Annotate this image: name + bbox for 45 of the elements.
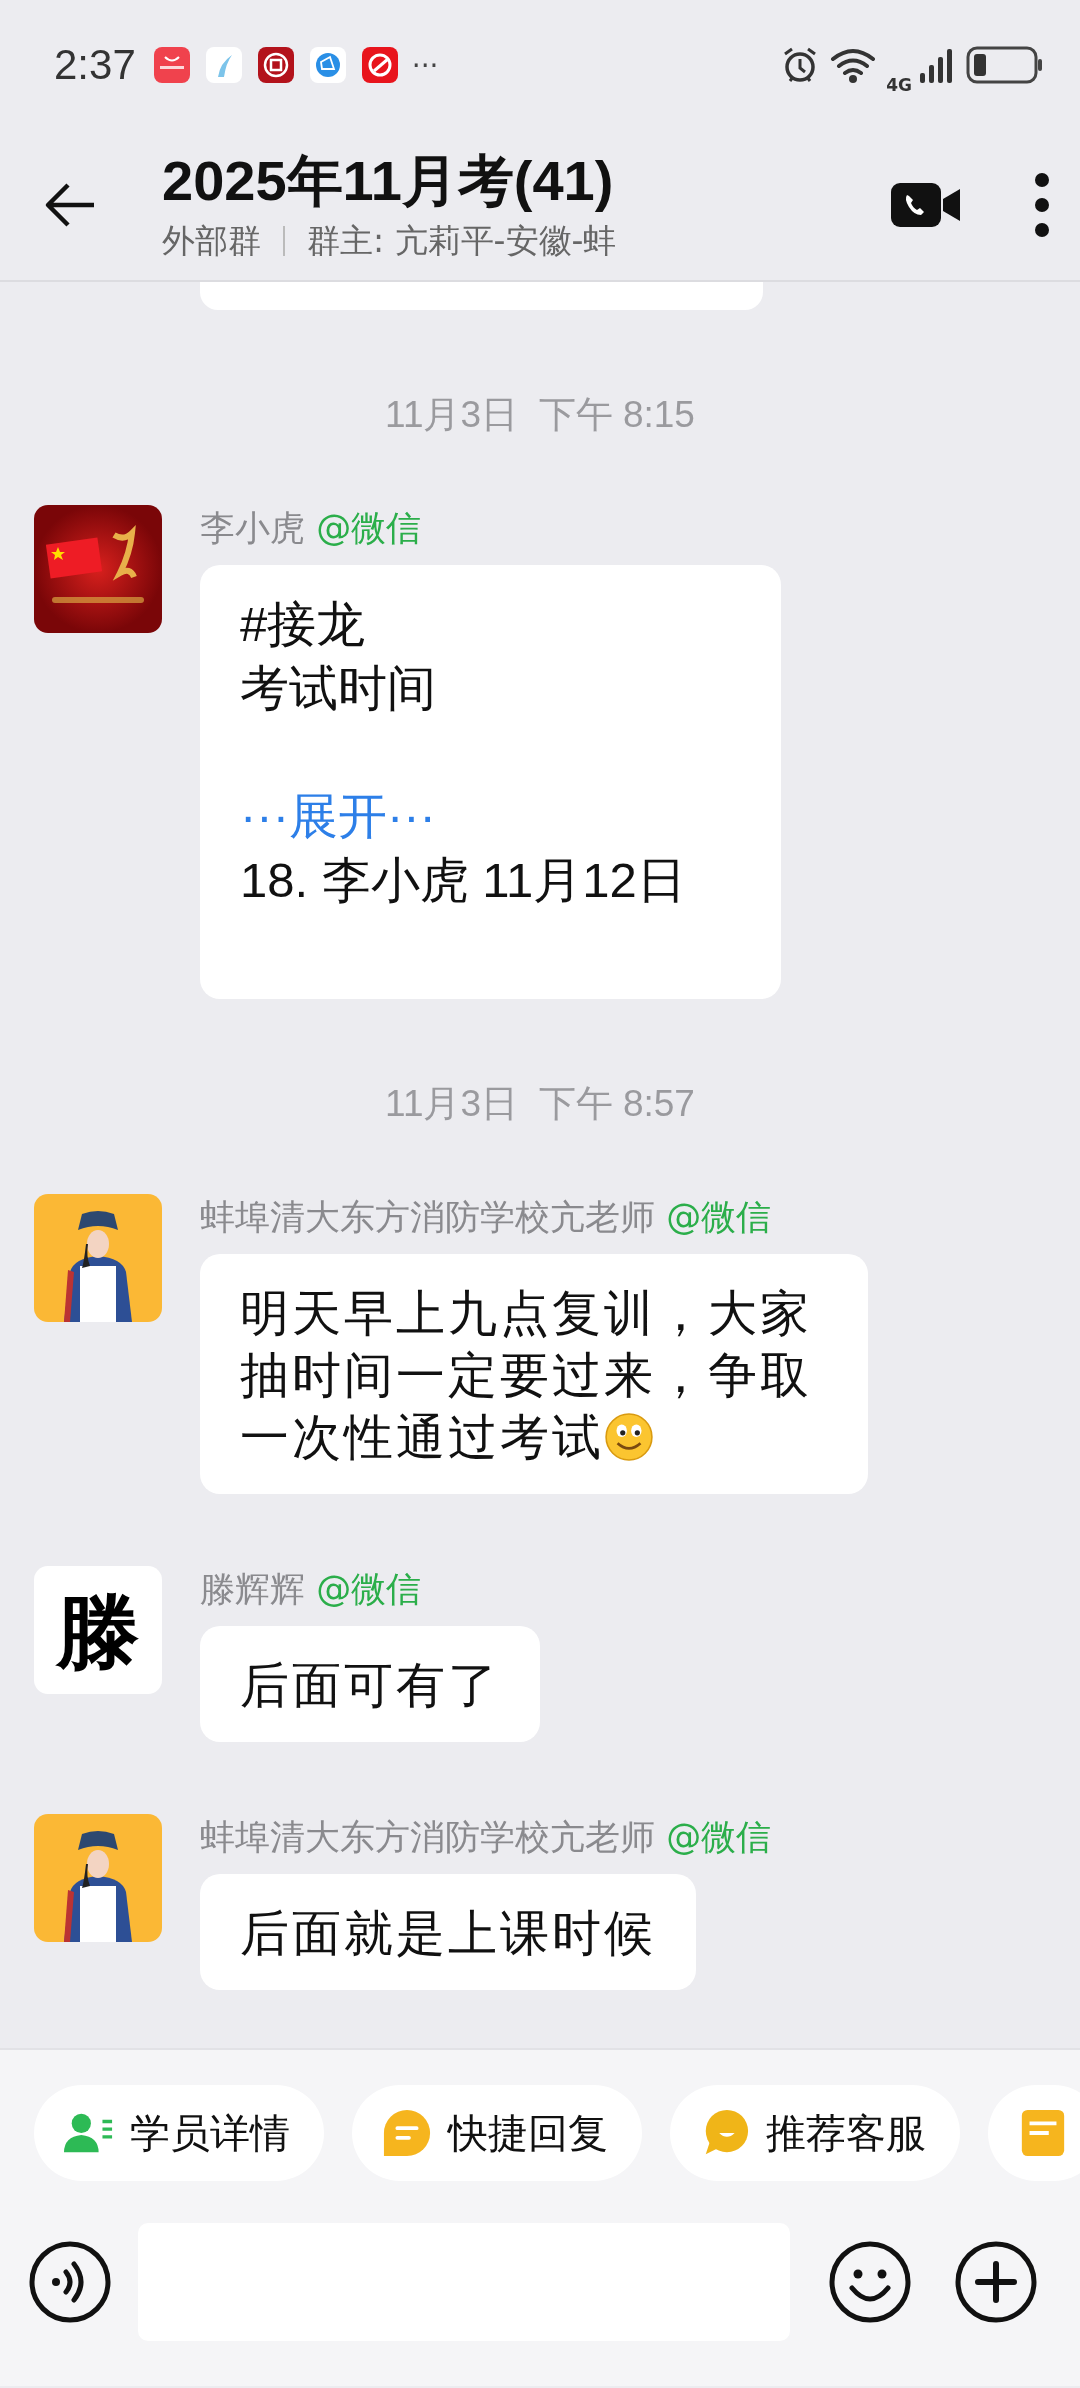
message-text: 后面可有了 xyxy=(240,1658,500,1712)
message-text: #接龙 xyxy=(240,596,367,653)
more-options-button[interactable] xyxy=(1034,172,1050,238)
message-text: 后面就是上课时候 xyxy=(240,1906,656,1960)
expand-link[interactable]: ···展开··· xyxy=(240,789,436,843)
sender-name: 蚌埠清大东方消防学校亢老师 xyxy=(200,1817,655,1857)
feather-icon xyxy=(205,47,242,83)
wifi-icon xyxy=(830,46,877,84)
group-type-label: 外部群 xyxy=(162,220,261,262)
shortcut-chip[interactable]: 推荐客服 xyxy=(670,2085,960,2181)
battery-icon xyxy=(966,45,1044,85)
avatar[interactable] xyxy=(34,1194,162,1322)
shortcut-chip[interactable]: 学员详情 xyxy=(34,2085,324,2181)
source-label: @微信 xyxy=(666,1197,772,1237)
message-text: 明天早上九点复训，大家抽时间一定要过来，争取一次性通过考试 xyxy=(240,1286,812,1464)
shortcut-chip[interactable]: 快捷回复 xyxy=(352,2085,642,2181)
chat-title: 2025年11月考(41) xyxy=(162,148,615,214)
message-bubble[interactable]: 后面可有了 xyxy=(200,1626,540,1742)
message-text: 18. 李小虎 11月12日 xyxy=(240,852,687,909)
avatar[interactable]: 滕 xyxy=(34,1566,162,1694)
source-label: @微信 xyxy=(316,508,422,548)
timestamp: 11月3日 下午 8:15 xyxy=(385,393,695,437)
emoji-button[interactable] xyxy=(828,2240,912,2324)
message-bubble[interactable]: 明天早上九点复训，大家抽时间一定要过来，争取一次性通过考试 xyxy=(200,1254,868,1494)
sender-name: 滕辉辉 xyxy=(200,1569,305,1609)
source-label: @微信 xyxy=(666,1817,772,1857)
video-call-button[interactable] xyxy=(890,181,962,229)
network-type: 4G xyxy=(886,75,912,95)
add-button[interactable] xyxy=(954,2240,1038,2324)
chat-bubble-icon xyxy=(382,2108,432,2158)
message-bubble[interactable]: #接龙 考试时间 ···展开··· 18. 李小虎 11月12日 xyxy=(200,565,781,999)
sender-name: 蚌埠清大东方消防学校亢老师 xyxy=(200,1197,655,1237)
clock-time: 2:37 xyxy=(54,41,136,89)
message-bubble[interactable]: 后面就是上课时候 xyxy=(200,1874,696,1990)
source-label: @微信 xyxy=(316,1569,422,1609)
group-owner-label: 群主: 亢莉平-安徽-蚌 xyxy=(307,220,617,262)
globe-icon xyxy=(309,47,346,83)
sender-name: 李小虎 xyxy=(200,508,305,548)
voice-input-button[interactable] xyxy=(28,2240,112,2324)
avatar[interactable] xyxy=(34,1814,162,1942)
timestamp: 11月3日 下午 8:57 xyxy=(385,1082,695,1126)
avatar[interactable] xyxy=(34,505,162,633)
coin-icon xyxy=(257,47,294,83)
overflow-indicator: ··· xyxy=(411,48,439,82)
message-text: 考试时间 xyxy=(240,660,437,717)
